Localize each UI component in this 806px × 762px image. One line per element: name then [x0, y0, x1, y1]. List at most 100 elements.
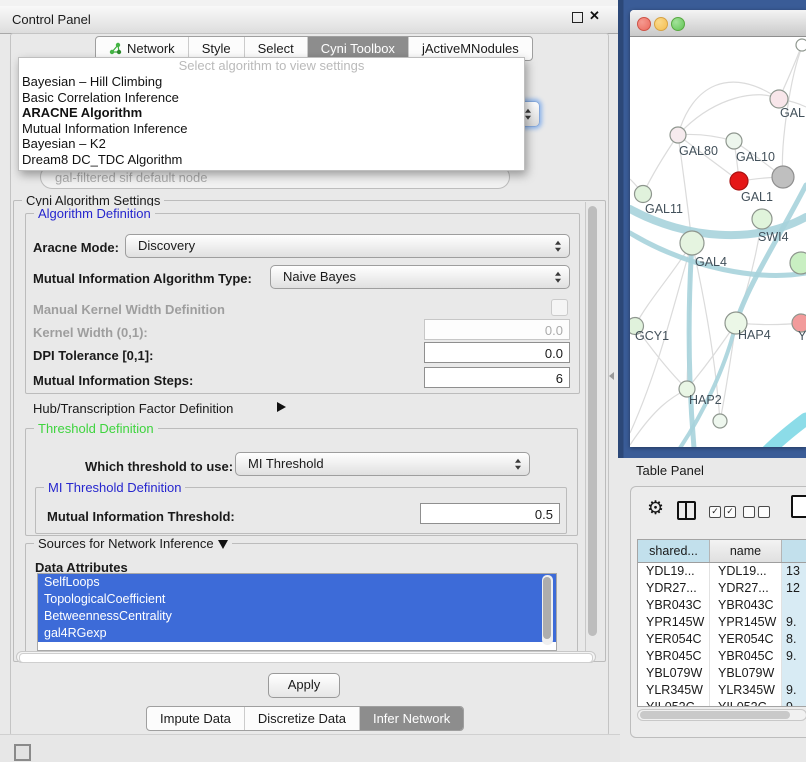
attribute-item[interactable]: TopologicalCoefficient: [38, 591, 556, 608]
gear-icon[interactable]: ⚙: [647, 497, 664, 520]
export-table-icon[interactable]: [791, 495, 806, 518]
mi-type-label: Mutual Information Algorithm Type:: [33, 271, 252, 286]
table-row[interactable]: YBR043CYBR043C: [638, 597, 806, 614]
network-node-gal10[interactable]: [726, 133, 742, 149]
mi-threshold-field[interactable]: 0.5: [420, 503, 560, 524]
network-edge[interactable]: [687, 323, 736, 389]
dpi-tolerance-label: DPI Tolerance [0,1]:: [33, 348, 153, 363]
sources-group-title[interactable]: Sources for Network Inference: [34, 536, 232, 551]
hub-section-label[interactable]: Hub/Transcription Factor Definition: [33, 401, 233, 416]
tab-discretize-data[interactable]: Discretize Data: [245, 707, 360, 730]
network-edge-thick[interactable]: [766, 419, 806, 447]
collapse-arrow-icon[interactable]: [218, 540, 228, 549]
attribute-item[interactable]: BetweennessCentrality: [38, 608, 556, 625]
table-cell: YLR345W: [710, 682, 782, 699]
algorithm-option[interactable]: Basic Correlation Inference: [19, 90, 524, 106]
algorithm-option[interactable]: Dream8 DC_TDC Algorithm: [19, 152, 524, 168]
aracne-mode-select[interactable]: Discovery: [125, 234, 570, 258]
unchecked-box-icon: [743, 506, 755, 518]
zoom-window-icon[interactable]: [671, 17, 685, 31]
float-panel-icon[interactable]: [572, 12, 583, 23]
table-row[interactable]: YLR345WYLR345W9.: [638, 682, 806, 699]
column-header[interactable]: shared...: [638, 540, 710, 562]
node-label: GCY1: [635, 329, 669, 343]
column-header[interactable]: name: [710, 540, 782, 562]
table-cell: 8.: [782, 631, 806, 648]
mi-type-select[interactable]: Naive Bayes: [270, 265, 570, 289]
network-edge[interactable]: [678, 82, 779, 135]
network-icon: [109, 42, 122, 55]
node-table: shared...nameA YDL19...YDL19...13YDR27..…: [637, 539, 806, 707]
network-node-partial-top-right[interactable]: [796, 39, 806, 51]
table-cell: YER054C: [638, 631, 710, 648]
network-node-bottom-node[interactable]: [713, 414, 727, 428]
data-attributes-list[interactable]: SelfLoopsTopologicalCoefficientBetweenne…: [37, 573, 557, 651]
expand-arrow-icon[interactable]: [277, 402, 286, 412]
minimized-panel-icon[interactable]: [14, 744, 31, 761]
node-label: HAP2: [689, 393, 722, 407]
tab-infer-network[interactable]: Infer Network: [360, 707, 463, 730]
network-node-swi4[interactable]: [752, 209, 772, 229]
table-cell: YBR043C: [638, 597, 710, 614]
network-edge[interactable]: [678, 95, 779, 135]
which-threshold-select[interactable]: MI Threshold: [235, 452, 530, 476]
deselect-all-columns-icon[interactable]: [743, 506, 770, 518]
close-window-icon[interactable]: [637, 17, 651, 31]
settings-horizontal-scrollbar-thumb[interactable]: [19, 653, 593, 663]
splitter-arrow-icon[interactable]: [609, 372, 614, 380]
table-row[interactable]: YER054CYER054C8.: [638, 631, 806, 648]
kernel-width-field[interactable]: 0.0: [424, 319, 570, 340]
table-row[interactable]: YDR27...YDR27...12: [638, 580, 806, 597]
network-node-gal1[interactable]: [730, 172, 748, 190]
minimize-window-icon[interactable]: [654, 17, 668, 31]
network-edge[interactable]: [643, 135, 678, 194]
table-row[interactable]: YDL19...YDL19...13: [638, 563, 806, 580]
node-label: GAL80: [679, 144, 718, 158]
network-node-gray-node[interactable]: [772, 166, 794, 188]
algorithm-option[interactable]: Bayesian – K2: [19, 136, 524, 152]
settings-horizontal-scrollbar[interactable]: [16, 651, 596, 663]
attribute-item[interactable]: SelfLoops: [38, 574, 556, 591]
algorithm-option[interactable]: ARACNE Algorithm: [19, 105, 524, 121]
sources-title-text: Sources for Network Inference: [38, 536, 214, 551]
table-row[interactable]: YBL079WYBL079W: [638, 665, 806, 682]
table-toolbar: ⚙ ✓ ✓: [631, 487, 806, 535]
manual-kernel-checkbox[interactable]: [551, 299, 568, 316]
network-node-green-right[interactable]: [790, 252, 806, 274]
dpi-tolerance-field[interactable]: 0.0: [424, 342, 570, 363]
select-all-columns-icon[interactable]: ✓ ✓: [709, 506, 736, 518]
column-header[interactable]: A: [782, 540, 806, 562]
settings-scrollbar[interactable]: [585, 202, 600, 658]
network-edge-thick[interactable]: [689, 243, 694, 447]
attributes-scrollbar[interactable]: [542, 575, 553, 645]
network-window-titlebar[interactable]: [630, 10, 806, 37]
close-panel-icon[interactable]: ✕: [589, 8, 600, 24]
table-scrollbar-thumb[interactable]: [640, 711, 790, 719]
tab-impute-data[interactable]: Impute Data: [147, 707, 245, 730]
unchecked-box-icon: [758, 506, 770, 518]
table-row[interactable]: YBR045CYBR045C9.: [638, 648, 806, 665]
table-panel: ⚙ ✓ ✓ shared...nameA YDL19...YDL19...13Y…: [630, 486, 806, 738]
mi-threshold-group-title: MI Threshold Definition: [44, 480, 185, 495]
table-body: YDL19...YDL19...13YDR27...YDR27...12YBR0…: [638, 563, 806, 707]
columns-icon[interactable]: [677, 501, 696, 520]
table-cell: 9.: [782, 648, 806, 665]
settings-scrollbar-thumb[interactable]: [588, 206, 597, 636]
network-node-gal11[interactable]: [635, 186, 652, 203]
network-node-gal80[interactable]: [670, 127, 686, 143]
algorithm-option[interactable]: Bayesian – Hill Climbing: [19, 74, 524, 90]
table-row[interactable]: YPR145WYPR145W9.: [638, 614, 806, 631]
mi-steps-label: Mutual Information Steps:: [33, 373, 193, 388]
network-node-gal4[interactable]: [680, 231, 704, 255]
mi-steps-field[interactable]: 6: [424, 367, 570, 388]
algorithm-option[interactable]: Mutual Information Inference: [19, 121, 524, 137]
network-canvas[interactable]: GALGAL80GAL10GAL1GAL11SWI4GAL4GCY1HAP4YH…: [630, 37, 806, 447]
network-edge[interactable]: [635, 243, 692, 326]
apply-button[interactable]: Apply: [268, 673, 340, 698]
table-horizontal-scrollbar[interactable]: [637, 709, 806, 721]
table-row[interactable]: YIL052CYIL052C9: [638, 699, 806, 707]
network-edge[interactable]: [630, 389, 687, 445]
bottom-tabs: Impute DataDiscretize DataInfer Network: [146, 706, 464, 731]
network-view-window: GALGAL80GAL10GAL1GAL11SWI4GAL4GCY1HAP4YH…: [630, 10, 806, 447]
attribute-item[interactable]: gal4RGexp: [38, 625, 556, 642]
